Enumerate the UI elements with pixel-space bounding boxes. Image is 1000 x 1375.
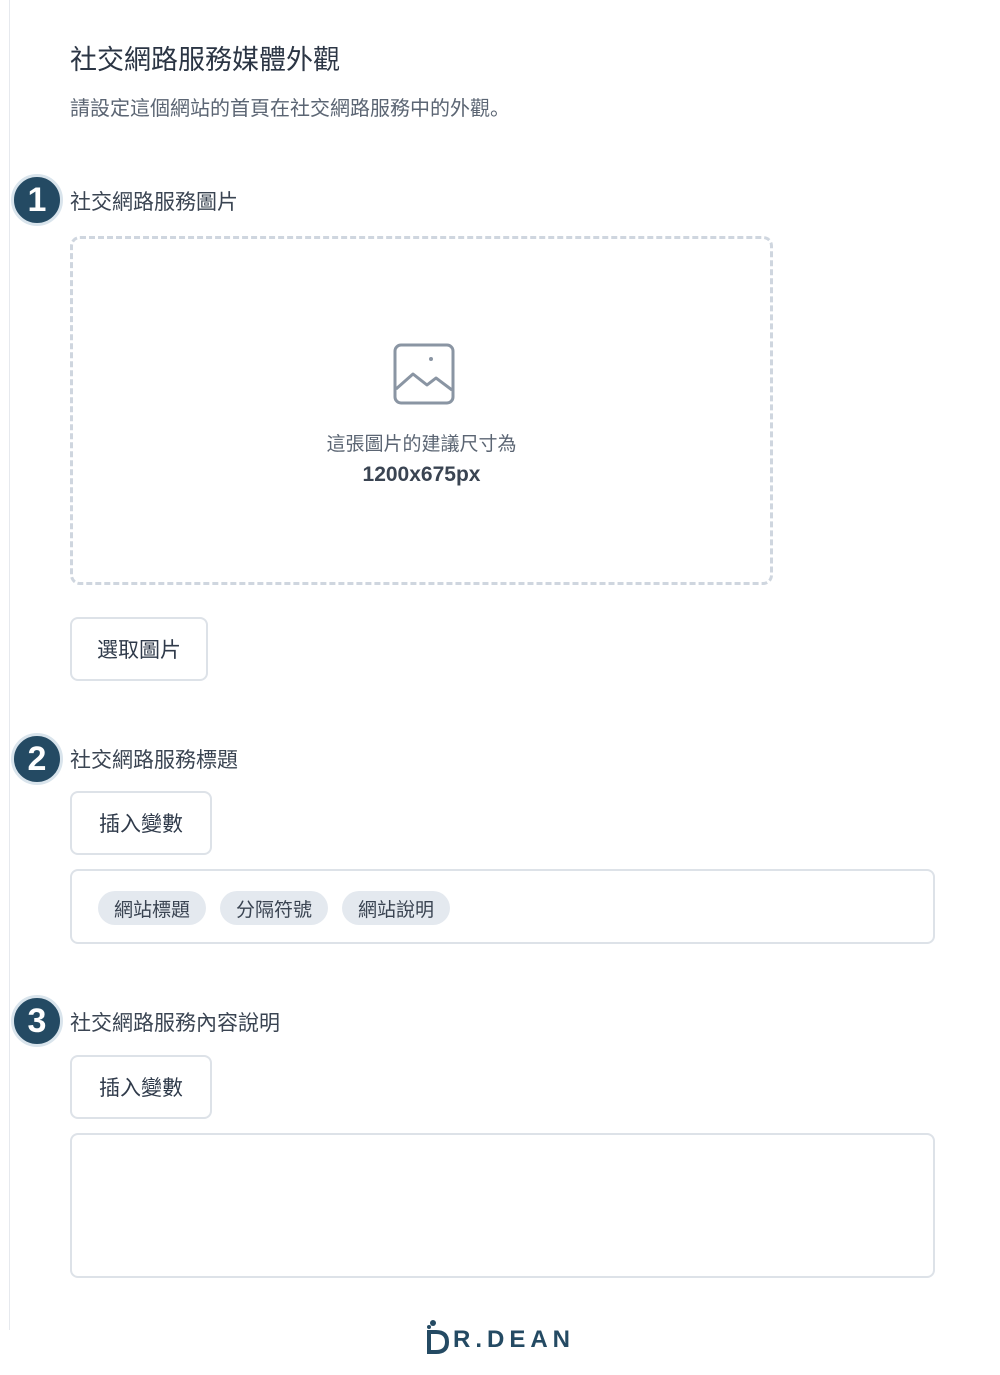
chip-site-title[interactable]: 網站標題	[98, 891, 207, 925]
step-badge-2: 2	[11, 733, 63, 785]
dropzone-hint: 這張圖片的建議尺寸為	[326, 433, 517, 455]
page-title: 社交網路服務媒體外觀	[70, 45, 340, 76]
left-divider	[9, 0, 10, 1330]
insert-variable-button-description[interactable]: 插入變數	[70, 1055, 212, 1119]
select-image-button[interactable]: 選取圖片	[70, 617, 208, 681]
image-icon	[393, 343, 455, 405]
brand-name: R.DEAN	[452, 1326, 575, 1353]
title-chip-list: 網站標題 分隔符號 網站說明	[72, 871, 933, 945]
image-dropzone[interactable]: 這張圖片的建議尺寸為 1200x675px	[70, 236, 773, 585]
section-label-image: 社交網路服務圖片	[70, 190, 238, 214]
section-label-description: 社交網路服務內容說明	[70, 1011, 280, 1035]
brand-footer: R.DEAN	[0, 1318, 1000, 1354]
section-label-title: 社交網路服務標題	[70, 748, 238, 772]
brand-mark-icon	[426, 1320, 449, 1354]
title-field[interactable]: 網站標題 分隔符號 網站說明	[70, 869, 935, 944]
dropzone-size: 1200x675px	[362, 463, 481, 486]
chip-separator[interactable]: 分隔符號	[220, 891, 329, 925]
description-field[interactable]	[70, 1133, 935, 1278]
insert-variable-button-title[interactable]: 插入變數	[70, 791, 212, 855]
step-badge-3: 3	[11, 995, 63, 1047]
chip-site-description[interactable]: 網站說明	[342, 891, 451, 925]
brand-logo: R.DEAN	[425, 1318, 575, 1354]
step-badge-1: 1	[11, 174, 63, 226]
page-description: 請設定這個網站的首頁在社交網路服務中的外觀。	[70, 96, 510, 120]
